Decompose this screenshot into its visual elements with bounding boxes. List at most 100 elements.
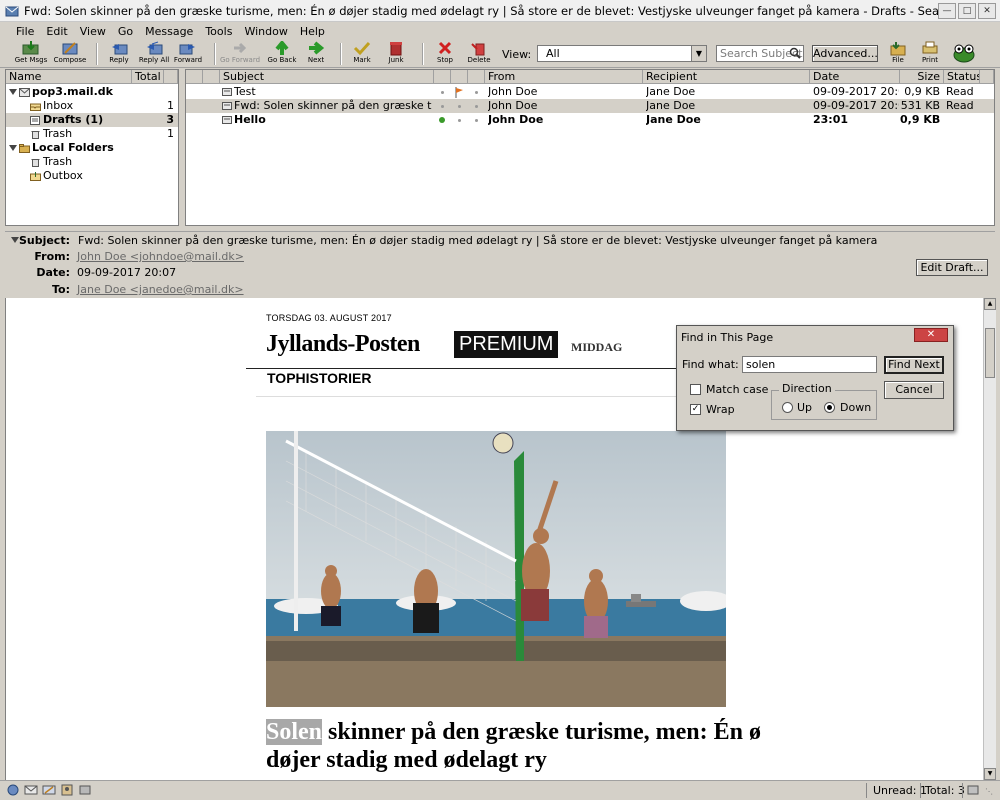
wrap-checkbox[interactable]: ✓ <box>690 404 701 415</box>
browser-icon[interactable] <box>6 784 20 796</box>
find-what-label: Find what: <box>682 358 739 371</box>
menu-help[interactable]: Help <box>294 25 331 38</box>
direction-down-radio[interactable] <box>824 402 835 413</box>
mail-toolbar: Get Msgs Compose Reply Reply All Forward… <box>0 40 1000 68</box>
resize-grip-icon[interactable]: ⋱ <box>985 787 993 796</box>
direction-up-label: Up <box>797 401 813 414</box>
edit-draft-button[interactable]: Edit Draft... <box>916 259 988 276</box>
premium-badge: PREMIUM <box>454 331 559 358</box>
thread-row[interactable]: Fwd: Solen skinner på den græske turism.… <box>186 99 994 113</box>
folder-drafts[interactable]: Drafts (1) 3 <box>6 113 178 127</box>
article-headline[interactable]: Solen skinner på den græske turisme, men… <box>266 718 766 774</box>
delete-icon <box>471 43 485 56</box>
maximize-button[interactable]: □ <box>958 2 976 19</box>
menu-edit[interactable]: Edit <box>40 25 73 38</box>
flag-column-icon[interactable] <box>451 70 468 84</box>
column-name-header[interactable]: Name <box>6 70 132 84</box>
find-next-button[interactable]: Find Next <box>884 356 944 374</box>
menu-message[interactable]: Message <box>139 25 199 38</box>
column-recipient-header[interactable]: Recipient <box>643 70 810 84</box>
thread-column-icon[interactable] <box>186 70 203 84</box>
next-arrow-icon <box>309 41 325 55</box>
from-label: From: <box>34 250 70 263</box>
reply-all-icon <box>147 41 163 55</box>
to-value[interactable]: Jane Doe <janedoe@mail.dk> <box>77 283 244 296</box>
forward-button[interactable]: Forward <box>166 41 210 67</box>
online-status-icon[interactable] <box>966 784 980 796</box>
thread-row[interactable]: Hello John Doe Jane Doe 23:01 0,9 KB <box>186 113 994 127</box>
column-size-header[interactable]: Size <box>900 70 944 84</box>
column-picker-icon[interactable] <box>980 70 994 84</box>
message-icon <box>222 116 232 124</box>
read-column-icon[interactable] <box>468 70 485 84</box>
seamonkey-throbber-icon[interactable] <box>950 42 978 64</box>
close-icon[interactable]: ✕ <box>914 328 948 342</box>
column-picker-icon[interactable] <box>164 70 178 84</box>
status-bar: Unread: 1 Total: 3 ⋱ <box>0 780 1000 800</box>
checkmark-icon <box>353 41 371 56</box>
go-forward-button[interactable]: Go Forward <box>218 41 262 67</box>
next-button[interactable]: Next <box>294 41 338 67</box>
column-from-header[interactable]: From <box>485 70 643 84</box>
seamonkey-app-icon <box>5 6 19 16</box>
advanced-button[interactable]: Advanced... <box>812 45 878 62</box>
address-book-icon[interactable] <box>60 784 74 796</box>
unread-star-icon[interactable] <box>438 116 446 124</box>
get-msgs-button[interactable]: Get Msgs <box>9 41 53 67</box>
twisty-open-icon[interactable] <box>9 145 17 151</box>
minimize-button[interactable]: — <box>938 2 956 19</box>
trash-icon <box>31 159 40 167</box>
attachment-column-icon[interactable] <box>203 70 220 84</box>
thread-row[interactable]: Test John Doe Jane Doe 09-09-2017 20:03 … <box>186 85 994 99</box>
folder-trash[interactable]: Trash 1 <box>6 127 178 141</box>
view-select[interactable]: All ▼ <box>537 45 707 62</box>
twisty-open-icon[interactable] <box>9 89 17 95</box>
column-subject-header[interactable]: Subject <box>220 70 434 84</box>
local-folders-icon <box>19 144 30 153</box>
compose-button[interactable]: Compose <box>48 41 92 67</box>
window-title: Fwd: Solen skinner på den græske turisme… <box>24 3 938 18</box>
inbox-icon <box>30 103 41 111</box>
junk-button[interactable]: Junk <box>374 41 418 67</box>
divider <box>246 368 726 369</box>
menu-tools[interactable]: Tools <box>199 25 238 38</box>
scroll-up-icon[interactable]: ▲ <box>984 298 996 310</box>
find-input[interactable]: solen <box>742 356 877 373</box>
column-date-header[interactable]: Date <box>810 70 900 84</box>
from-value[interactable]: John Doe <johndoe@mail.dk> <box>77 250 244 263</box>
article-photo-beach-volleyball[interactable] <box>266 431 726 707</box>
menu-view[interactable]: View <box>74 25 112 38</box>
folder-inbox[interactable]: Inbox 1 <box>6 99 178 113</box>
message-icon <box>222 102 232 110</box>
scroll-thumb[interactable] <box>985 328 995 378</box>
folder-local-trash[interactable]: Trash <box>6 155 178 169</box>
print-button[interactable]: Print <box>908 41 952 67</box>
direction-label: Direction <box>779 382 835 395</box>
thread-pane: Subject From Recipient Date Size Status … <box>185 69 995 226</box>
match-case-checkbox[interactable] <box>690 384 701 395</box>
search-icon <box>789 47 801 59</box>
column-total-header[interactable]: Total <box>132 70 164 84</box>
junk-column-icon[interactable] <box>434 70 451 84</box>
offline-status-icon[interactable] <box>78 784 92 796</box>
folder-outbox[interactable]: Outbox <box>6 169 178 183</box>
scroll-down-icon[interactable]: ▼ <box>984 768 996 780</box>
subject-value: Fwd: Solen skinner på den græske turisme… <box>78 234 878 247</box>
column-status-header[interactable]: Status <box>944 70 980 84</box>
mail-icon[interactable] <box>24 784 38 796</box>
to-label: To: <box>52 283 70 296</box>
message-scrollbar[interactable]: ▲ ▼ <box>983 298 996 780</box>
direction-up-radio[interactable] <box>782 402 793 413</box>
cancel-button[interactable]: Cancel <box>884 381 944 399</box>
menu-go[interactable]: Go <box>112 25 139 38</box>
flag-icon[interactable] <box>455 87 464 98</box>
folder-local-folders[interactable]: Local Folders <box>6 141 178 155</box>
close-window-button[interactable]: ✕ <box>978 2 996 19</box>
folder-account-pop3[interactable]: pop3.mail.dk <box>6 85 178 99</box>
menu-file[interactable]: File <box>10 25 40 38</box>
composer-icon[interactable] <box>42 784 56 796</box>
unread-count: Unread: 1 <box>873 784 927 797</box>
menu-window[interactable]: Window <box>238 25 293 38</box>
search-input[interactable]: Search Subject <box>716 45 804 62</box>
delete-button[interactable]: Delete <box>457 41 501 67</box>
